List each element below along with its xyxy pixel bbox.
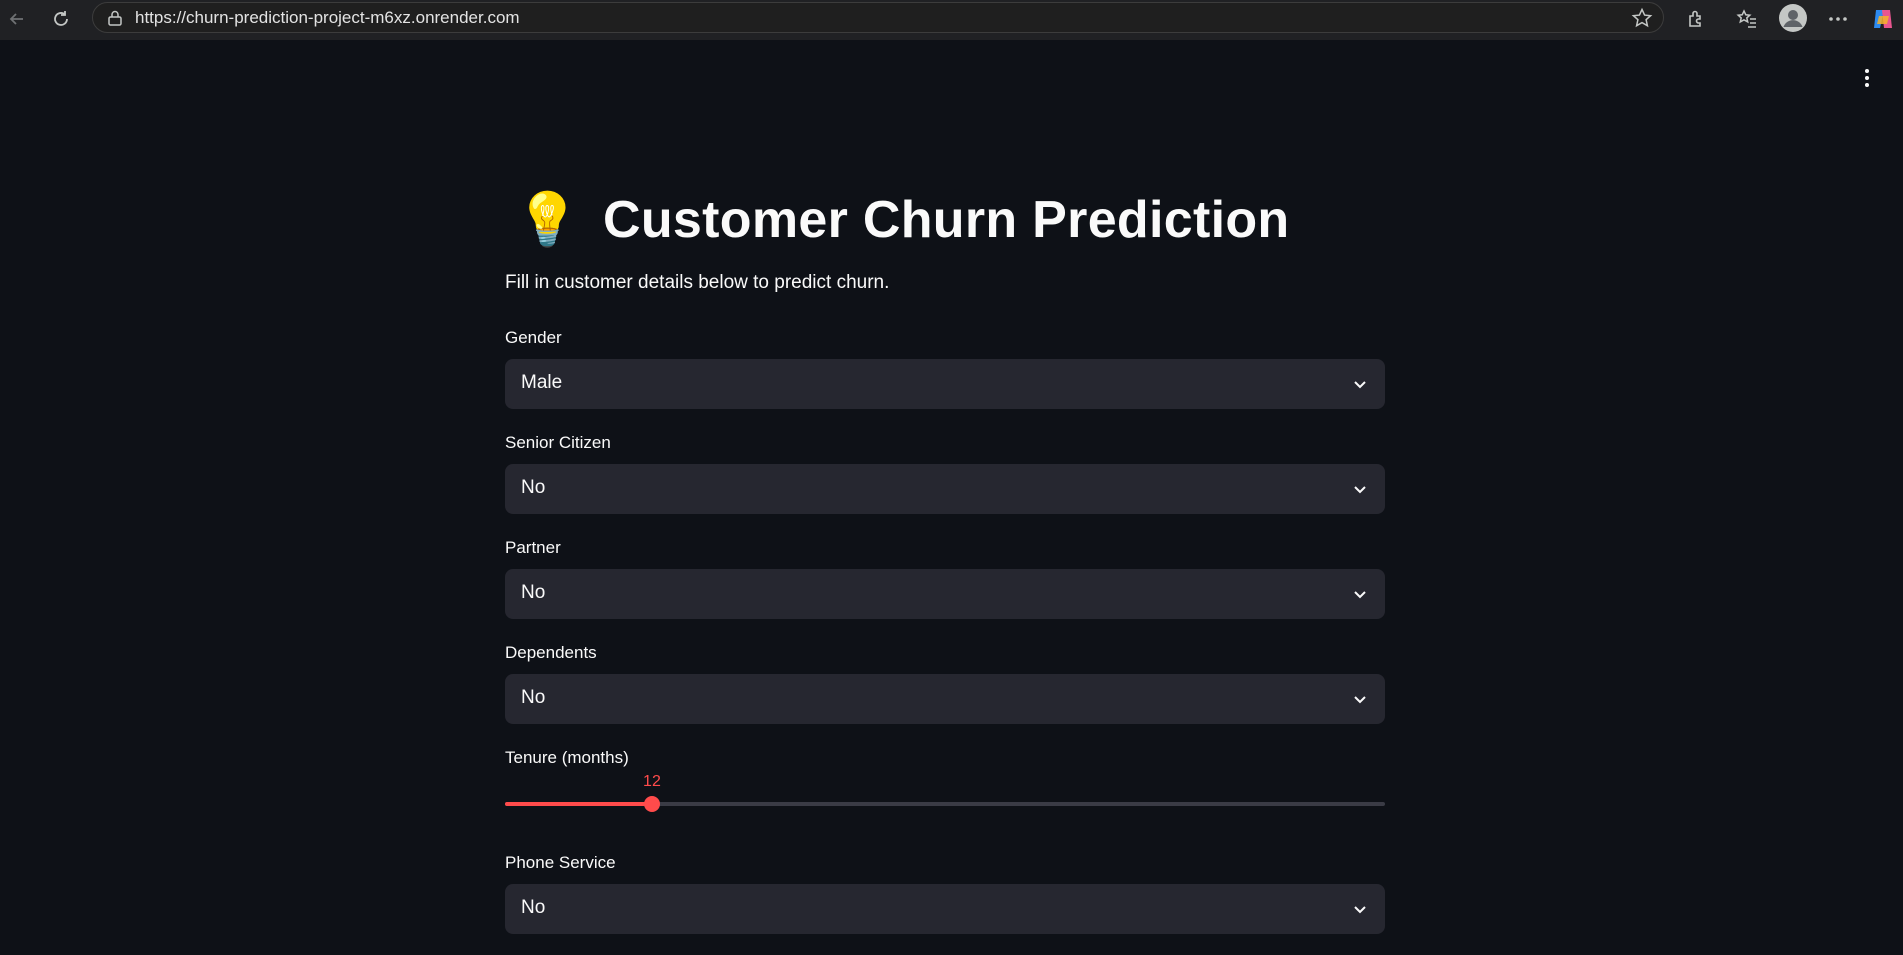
dependents-select[interactable]: No [505,674,1385,724]
main-menu-icon[interactable] [1855,66,1879,90]
gender-value[interactable]: Male [521,372,562,394]
toolbar-divider [0,40,1903,42]
chevron-down-icon[interactable] [1351,690,1369,708]
back-arrow-icon[interactable] [4,6,30,32]
chevron-down-icon[interactable] [1351,480,1369,498]
dependents-label: Dependents [505,643,597,662]
address-bar[interactable]: https://churn-prediction-project-m6xz.on… [92,2,1664,33]
extensions-icon[interactable] [1683,6,1709,32]
profile-avatar-icon[interactable] [1778,3,1808,33]
page-title-row: 💡 Customer Churn Prediction [505,180,1385,260]
senior-citizen-label: Senior Citizen [505,433,611,452]
chevron-down-icon[interactable] [1351,375,1369,393]
senior-citizen-value[interactable]: No [521,477,545,499]
reload-icon[interactable] [48,6,74,32]
phone-service-select[interactable]: No [505,884,1385,934]
gender-select[interactable]: Male [505,359,1385,409]
gender-label: Gender [505,328,562,347]
favorite-star-icon[interactable] [1631,7,1653,29]
browser-toolbar: https://churn-prediction-project-m6xz.on… [0,0,1903,40]
senior-citizen-select[interactable]: No [505,464,1385,514]
phone-service-value[interactable]: No [521,897,545,919]
page-title: Customer Churn Prediction [603,191,1290,249]
lightbulb-icon: 💡 [515,190,580,250]
partner-label: Partner [505,538,561,557]
phone-service-label: Phone Service [505,853,616,872]
chevron-down-icon[interactable] [1351,585,1369,603]
partner-value[interactable]: No [521,582,545,604]
dependents-value[interactable]: No [521,687,545,709]
lock-icon[interactable] [105,8,125,28]
url-text[interactable]: https://churn-prediction-project-m6xz.on… [135,8,520,28]
chevron-down-icon[interactable] [1351,900,1369,918]
tenure-value: 12 [643,773,661,790]
partner-select[interactable]: No [505,569,1385,619]
main-content: 💡 Customer Churn Prediction Fill in cust… [505,180,1385,934]
more-options-icon[interactable] [1825,6,1851,32]
tenure-slider[interactable] [505,796,1385,812]
tenure-slider-handle[interactable] [643,796,660,812]
copilot-icon[interactable] [1870,6,1896,32]
page-subtitle: Fill in customer details below to predic… [505,272,890,293]
tenure-label: Tenure (months) [505,748,629,767]
favorites-icon[interactable] [1734,6,1760,32]
tenure-slider-fill [505,802,652,806]
